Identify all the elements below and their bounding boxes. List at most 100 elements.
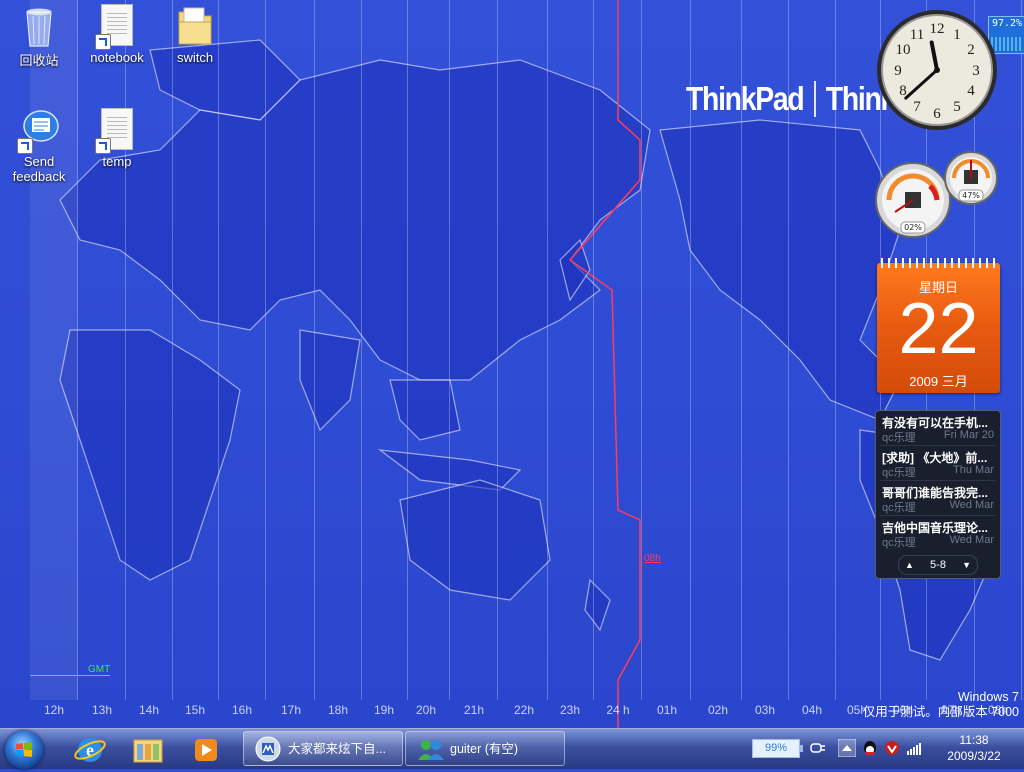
svg-text:9: 9 [894, 63, 902, 79]
desktop-icon-send-feedback[interactable]: Send feedback [0, 108, 78, 184]
folder-icon [175, 4, 215, 48]
svg-text:3: 3 [972, 63, 980, 79]
svg-text:7: 7 [913, 99, 921, 115]
watermark-build: 仅用于测试。内部版本 7000 [862, 705, 1019, 719]
power-plug-icon[interactable] [810, 740, 826, 756]
timezone-line [265, 0, 266, 700]
timezone-hour-label: 13h [91, 703, 113, 717]
shortcut-arrow-icon [95, 138, 111, 154]
svg-text:1: 1 [953, 27, 961, 43]
svg-text:12: 12 [930, 21, 945, 37]
timezone-hour-label: 14h [138, 703, 160, 717]
feed-next-button[interactable]: ▼ [962, 556, 971, 574]
cpu-memory-meter-gadget[interactable]: 02% 47% [875, 150, 1001, 240]
feed-item[interactable]: [求助] 《大地》前... qc乐理 Thu Mar [880, 446, 996, 481]
desktop-icon-label: switch [176, 50, 214, 65]
text-document-icon [95, 4, 137, 50]
feed-pager: ▲ 5-8 ▼ [898, 555, 978, 575]
system-tray: 99% 11:38 2009/3/22 [748, 729, 1024, 769]
timezone-line [641, 0, 642, 700]
timezone-line [125, 0, 126, 700]
dateline-label: 08h [644, 553, 661, 564]
pinned-windows-explorer[interactable] [120, 732, 176, 768]
taskbar-item-label: guiter (有空) [450, 742, 519, 756]
timezone-hour-label: 19h [373, 703, 395, 717]
feed-item-date: Wed Mar [949, 499, 994, 511]
desktop[interactable]: 12h 13h 14h 15h 16h 17h 18h 19h 20h 21h 22h 23h 24 h… [0, 0, 1024, 728]
timezone-line [593, 0, 594, 700]
svg-text:5: 5 [953, 99, 961, 115]
media-player-icon [195, 739, 217, 761]
feed-headlines-gadget[interactable]: 有没有可以在手机... qc乐理 Fri Mar 20 [求助] 《大地》前..… [875, 410, 1001, 579]
gmt-underline [30, 675, 110, 676]
start-button[interactable] [5, 731, 43, 769]
timezone-hour-label: 12h [43, 703, 65, 717]
feedback-bubble-icon [17, 108, 59, 154]
taskbar-date: 2009/3/22 [947, 749, 1001, 763]
gmt-label: GMT [88, 664, 111, 675]
svg-text:6: 6 [933, 106, 941, 122]
taskbar-item-ie-window[interactable]: 大家都来炫下自... [243, 731, 403, 766]
memory-meter-value: 47% [962, 191, 980, 200]
calendar-gadget[interactable]: 星期日 22 2009 三月 [877, 258, 1000, 393]
feed-item-date: Thu Mar [953, 464, 994, 476]
feed-item[interactable]: 吉他中国音乐理论... qc乐理 Wed Mar [880, 516, 996, 550]
desktop-icon-recycle-bin[interactable]: 回收站 [0, 4, 78, 69]
shortcut-arrow-icon [95, 34, 111, 50]
desktop-icon-label: temp [102, 154, 132, 169]
feed-prev-button[interactable]: ▲ [905, 556, 914, 574]
windows-logo-icon [16, 742, 32, 757]
security-shield-icon[interactable] [884, 740, 900, 756]
feed-item-date: Fri Mar 20 [943, 429, 994, 441]
timezone-line [1021, 0, 1022, 700]
recycle-bin-icon [19, 4, 59, 48]
timezone-line [497, 0, 498, 700]
feed-item[interactable]: 有没有可以在手机... qc乐理 Fri Mar 20 [880, 411, 996, 446]
taskbar-clock[interactable]: 11:38 2009/3/22 [928, 732, 1020, 764]
internet-explorer-icon: e [74, 738, 106, 762]
pinned-internet-explorer[interactable]: e [62, 732, 118, 768]
qq-penguin-icon[interactable] [862, 740, 878, 756]
wireless-signal-icon[interactable] [906, 740, 922, 756]
timezone-hour-label: 04h [801, 703, 823, 717]
folder-library-icon [133, 739, 163, 763]
desktop-icon-notebook[interactable]: notebook [78, 4, 156, 65]
watermark-title: Windows 7 [957, 690, 1019, 704]
feed-item[interactable]: 哥哥们谁能告我完... qc乐理 Wed Mar [880, 481, 996, 516]
timezone-line [172, 0, 173, 700]
text-document-icon [95, 108, 137, 154]
desktop-icon-label: 回收站 [19, 53, 59, 68]
timezone-line [77, 0, 78, 700]
calendar-rings [881, 258, 996, 268]
maxthon-browser-icon [255, 736, 281, 762]
svg-text:2: 2 [967, 42, 975, 58]
desktop-icon-label: notebook [90, 50, 144, 65]
svg-text:11: 11 [910, 27, 924, 43]
feed-item-source: qc乐理 [882, 467, 916, 479]
feed-item-source: qc乐理 [882, 502, 916, 514]
timezone-hour-label: 18h [327, 703, 349, 717]
timezone-hour-label: 23h [559, 703, 581, 717]
svg-text:4: 4 [967, 83, 975, 99]
desktop-icon-switch[interactable]: switch [156, 4, 234, 65]
timezone-line [314, 0, 315, 700]
timezone-hour-label: 20h [415, 703, 437, 717]
svg-text:10: 10 [896, 42, 911, 58]
desktop-icon-temp[interactable]: temp [78, 108, 156, 169]
timezone-hour-label: 17h [280, 703, 302, 717]
timezone-hour-label: 01h [656, 703, 678, 717]
clock-gadget[interactable]: 12 1 2 345 678 9 10 11 [875, 8, 999, 132]
battery-indicator[interactable]: 99% [752, 739, 803, 758]
feed-item-date: Wed Mar [949, 534, 994, 546]
brand-separator [813, 81, 816, 117]
timezone-line [361, 0, 362, 700]
feed-page-indicator: 5-8 [930, 559, 946, 571]
pinned-media-player[interactable] [178, 732, 234, 768]
taskbar-item-messenger[interactable]: guiter (有空) [405, 731, 565, 766]
feed-item-source: qc乐理 [882, 537, 916, 549]
timezone-hour-label: 22h [513, 703, 535, 717]
taskbar-time: 11:38 [959, 733, 989, 747]
cpu-meter-value: 02% [904, 223, 922, 232]
messenger-buddy-icon [418, 740, 444, 760]
show-hidden-icons-icon[interactable] [838, 739, 856, 757]
